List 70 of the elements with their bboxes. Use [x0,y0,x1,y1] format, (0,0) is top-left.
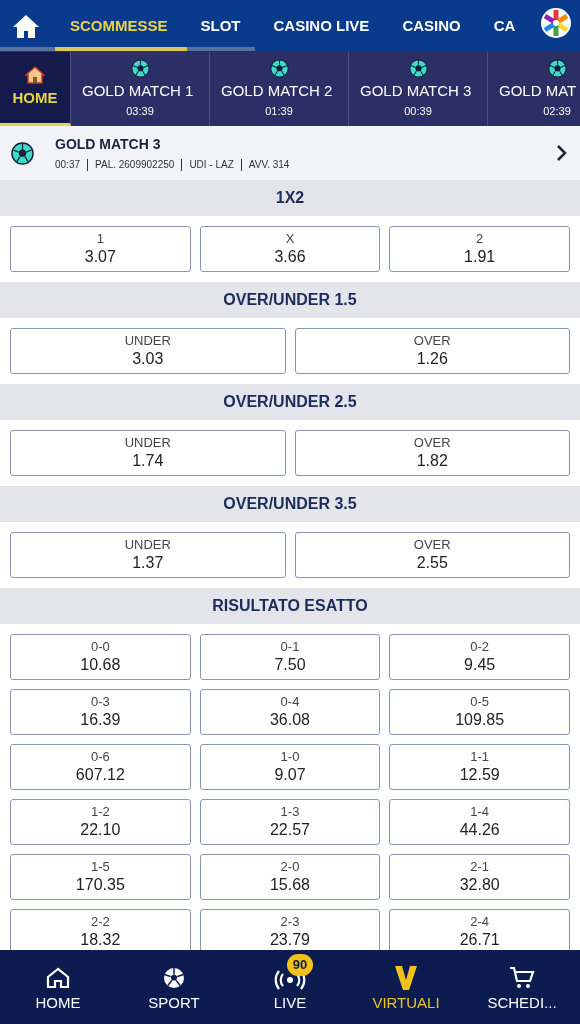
market-header: OVER/UNDER 3.5 [0,486,580,522]
soccer-ball-icon [408,59,428,78]
odds-button[interactable]: 2-3 23.79 [199,909,381,950]
odds-button[interactable]: 1-5 170.35 [10,854,191,900]
soccer-ball-icon [162,965,186,990]
odds-button[interactable]: 0-6 607.12 [10,744,191,790]
match-time: 03:39 [126,103,154,119]
odds-button[interactable]: 0-1 7.50 [199,634,381,680]
chevron-right-icon[interactable] [556,144,568,162]
odds-button[interactable]: 1 3.07 [10,226,191,272]
odds-button[interactable]: 2-1 32.80 [389,854,570,900]
event-info: AVV. 314 [248,158,290,172]
bottom-nav-item[interactable]: VIRTUALI [348,950,464,1024]
soccer-ball-icon [269,59,289,78]
odds-button[interactable]: 2-2 18.32 [10,909,191,950]
nav-tab[interactable]: CA [493,14,516,38]
odds-button[interactable]: 1-3 22.57 [199,799,381,845]
soccer-ball-icon [130,59,150,78]
match-name: GOLD MAT [498,81,577,101]
home-icon[interactable] [12,13,40,39]
odds-button[interactable]: 0-3 16.39 [10,689,191,735]
match-time: 01:39 [265,103,293,119]
odds-button[interactable]: X 3.66 [199,226,381,272]
odds-button[interactable]: 0-2 9.45 [389,634,570,680]
event-title: GOLD MATCH 3 [55,135,162,154]
bottom-nav-item[interactable]: SCHEDI... [464,950,580,1024]
odds-button[interactable]: 2 1.91 [389,226,570,272]
house-icon [25,65,45,86]
market-header: 1X2 [0,180,580,216]
odds-button[interactable]: OVER 1.26 [294,328,570,374]
match-time: 00:39 [404,103,432,119]
odds-button[interactable]: UNDER 1.37 [10,532,286,578]
home-icon [46,965,70,990]
odds-button[interactable]: 1-2 22.10 [10,799,191,845]
match-time: 02:39 [543,103,571,119]
wheel-icon[interactable] [540,7,572,39]
odds-button[interactable]: 1-0 9.07 [199,744,381,790]
odds-button[interactable]: 0-0 10.68 [10,634,191,680]
market-header: OVER/UNDER 2.5 [0,384,580,420]
market-header: OVER/UNDER 1.5 [0,282,580,318]
odds-button[interactable]: OVER 2.55 [294,532,570,578]
soccer-ball-icon [547,59,567,78]
cart-icon [509,965,535,990]
nav-tab[interactable]: SCOMMESSE [70,14,168,38]
bottom-nav-item[interactable]: 90 LIVE [232,950,348,1024]
nav-tab[interactable]: CASINO LIVE [273,14,370,38]
v-logo-icon [394,964,418,991]
event-info: 00:37 [55,158,81,172]
market-header: RISULTATO ESATTO [0,588,580,624]
bottom-nav-item[interactable]: SPORT [116,950,232,1024]
bottom-nav-item[interactable]: HOME [0,950,116,1024]
odds-button[interactable]: 0-5 109.85 [389,689,570,735]
event-info: UDI - LAZ [189,158,234,172]
event-info: PAL. 2609902250 [95,158,175,172]
nav-tab[interactable]: CASINO [402,14,461,38]
nav-tab[interactable]: SLOT [200,14,241,38]
match-name: GOLD MATCH 1 [81,81,194,101]
odds-button[interactable]: UNDER 1.74 [10,430,286,476]
odds-button[interactable]: 0-4 36.08 [199,689,381,735]
odds-button[interactable]: 2-4 26.71 [389,909,570,950]
odds-button[interactable]: 2-0 15.68 [199,854,381,900]
odds-button[interactable]: UNDER 3.03 [10,328,286,374]
soccer-ball-icon [11,141,34,165]
match-name: GOLD MATCH 2 [220,81,333,101]
count-badge: 90 [287,953,313,976]
match-name: GOLD MATCH 3 [359,81,472,101]
match-tab[interactable]: HOME [0,52,71,126]
odds-button[interactable]: 1-4 44.26 [389,799,570,845]
odds-button[interactable]: OVER 1.82 [294,430,570,476]
odds-button[interactable]: 1-1 12.59 [389,744,570,790]
